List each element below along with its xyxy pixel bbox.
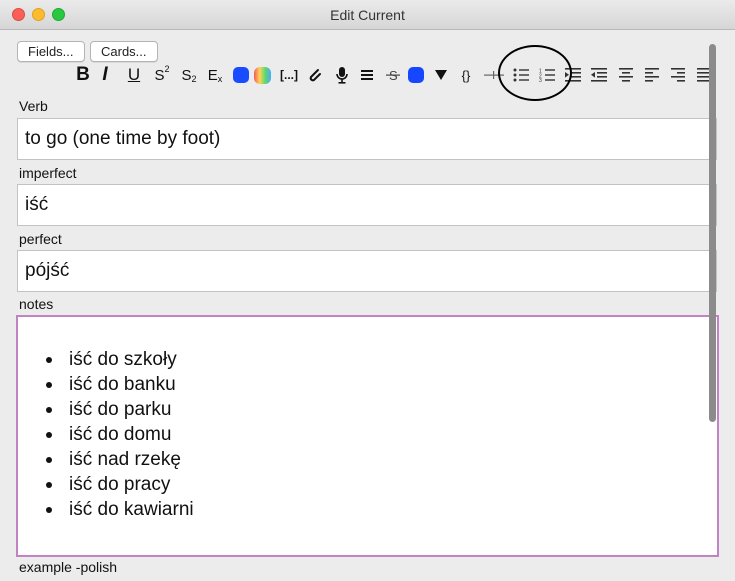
window-title: Edit Current bbox=[330, 7, 405, 23]
superscript-button[interactable]: S2 bbox=[151, 64, 173, 86]
strikethrough-button[interactable]: S bbox=[384, 64, 402, 86]
subscript-mark: 2 bbox=[191, 74, 197, 84]
list-item: iść do banku bbox=[40, 372, 194, 397]
dropdown-icon bbox=[435, 70, 447, 80]
field-label-example-polish: example -polish bbox=[19, 559, 118, 575]
field-label-verb: Verb bbox=[19, 98, 48, 114]
strikethrough-icon: S bbox=[386, 68, 400, 82]
align-center-button[interactable] bbox=[617, 64, 635, 86]
field-label-imperfect: imperfect bbox=[19, 165, 77, 181]
list-item: iść do kawiarni bbox=[40, 497, 194, 522]
list-item: iść nad rzekę bbox=[40, 447, 194, 472]
list-item: iść do domu bbox=[40, 422, 194, 447]
vertical-scrollbar[interactable] bbox=[709, 44, 716, 422]
record-audio-button[interactable] bbox=[333, 64, 351, 86]
color-dropdown-button[interactable] bbox=[433, 64, 449, 86]
clear-formatting-label: E bbox=[207, 66, 218, 84]
italic-button[interactable]: I bbox=[98, 64, 112, 86]
align-right-button[interactable] bbox=[669, 64, 687, 86]
color-swatch-icon bbox=[408, 67, 424, 83]
fields-button[interactable]: Fields... bbox=[17, 41, 85, 62]
bold-button[interactable]: B bbox=[74, 64, 92, 86]
list-item: iść do szkoły bbox=[40, 347, 194, 372]
html-editor-icon bbox=[361, 70, 373, 80]
align-left-button[interactable] bbox=[643, 64, 661, 86]
subscript-button[interactable]: S2 bbox=[178, 64, 200, 86]
indent-icon bbox=[591, 68, 607, 82]
text-color-button[interactable] bbox=[232, 64, 250, 86]
clear-formatting-mark: x bbox=[217, 74, 223, 84]
cloze-button[interactable]: [...] bbox=[278, 64, 300, 86]
superscript-label: S bbox=[154, 66, 165, 84]
title-bar: Edit Current bbox=[0, 0, 735, 30]
notes-bullet-list: iść do szkoły iść do banku iść do parku … bbox=[40, 347, 194, 522]
annotation-circle bbox=[498, 45, 572, 101]
subscript-label: S bbox=[181, 66, 192, 84]
mathjax-button[interactable]: {} bbox=[456, 64, 476, 86]
text-color-secondary-button[interactable] bbox=[407, 64, 425, 86]
list-item: iść do parku bbox=[40, 397, 194, 422]
notes-field[interactable]: iść do szkoły iść do banku iść do parku … bbox=[16, 315, 719, 557]
perfect-field[interactable]: pójść bbox=[17, 250, 717, 292]
attach-icon bbox=[309, 69, 321, 82]
field-label-perfect: perfect bbox=[19, 231, 62, 247]
verb-field[interactable]: to go (one time by foot) bbox=[17, 118, 717, 160]
cards-button[interactable]: Cards... bbox=[90, 41, 158, 62]
imperfect-field[interactable]: iść bbox=[17, 184, 717, 226]
highlight-color-button[interactable] bbox=[252, 64, 272, 86]
indent-button[interactable] bbox=[590, 64, 608, 86]
align-right-icon bbox=[671, 68, 685, 82]
underline-button[interactable]: U bbox=[126, 64, 142, 86]
list-item: iść do pracy bbox=[40, 472, 194, 497]
align-left-icon bbox=[645, 68, 659, 82]
clear-formatting-button[interactable]: Ex bbox=[204, 64, 226, 86]
attach-button[interactable] bbox=[306, 64, 324, 86]
html-editor-button[interactable] bbox=[358, 64, 376, 86]
field-label-notes: notes bbox=[19, 296, 54, 312]
superscript-mark: 2 bbox=[164, 64, 170, 74]
highlight-color-swatch-icon bbox=[253, 66, 271, 84]
microphone-icon bbox=[336, 67, 348, 84]
align-center-icon bbox=[619, 68, 633, 82]
text-color-swatch-icon bbox=[233, 67, 249, 83]
